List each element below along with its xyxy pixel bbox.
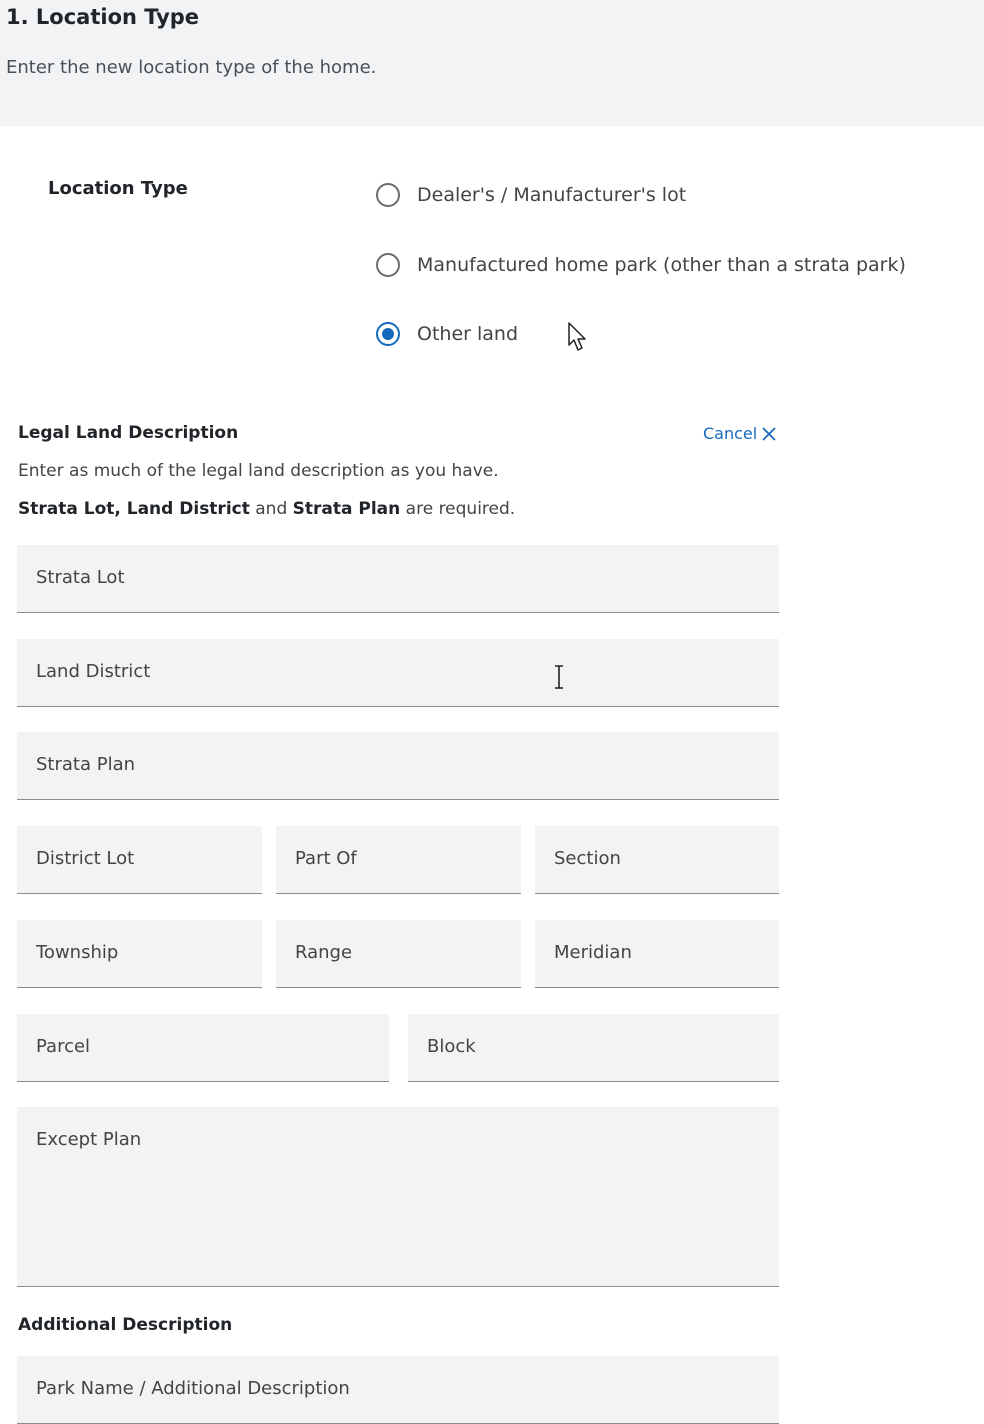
meridian-placeholder: Meridian [554,942,632,963]
cancel-label: Cancel [703,424,758,443]
section-field[interactable]: Section [535,826,779,894]
mouse-pointer-icon [568,322,586,351]
radio-option-dealers-lot[interactable]: Dealer's / Manufacturer's lot [376,183,686,207]
radio-label: Other land [417,323,519,345]
block-placeholder: Block [427,1036,476,1057]
section-title: 1. Location Type [6,5,200,29]
radio-option-other-land[interactable]: Other land [376,322,518,346]
land-district-placeholder: Land District [36,661,151,682]
additional-description-placeholder: Park Name / Additional Description [36,1378,350,1399]
range-field[interactable]: Range [276,920,521,988]
part-of-field[interactable]: Part Of [276,826,521,894]
radio-button-unchecked[interactable] [376,183,400,207]
close-icon [762,427,776,440]
land-district-field[interactable]: Land District [17,639,779,707]
additional-description-title: Additional Description [18,1315,233,1335]
required-fields-note: Strata Lot, Land District and Strata Pla… [18,499,515,519]
part-of-placeholder: Part Of [295,848,357,869]
radio-button-unchecked[interactable] [376,253,400,277]
radio-button-checked[interactable] [376,322,400,346]
except-plan-placeholder: Except Plan [36,1129,142,1150]
radio-label: Manufactured home park (other than a str… [417,254,906,276]
parcel-field[interactable]: Parcel [17,1014,389,1082]
required-fields-bold-1: Strata Lot, Land District [18,499,250,519]
legal-instruction: Enter as much of the legal land descript… [18,461,499,481]
township-field[interactable]: Township [17,920,262,988]
strata-plan-field[interactable]: Strata Plan [17,732,779,800]
required-fields-and: and [249,499,293,519]
strata-plan-placeholder: Strata Plan [36,754,136,775]
required-fields-suffix: are required. [400,499,516,519]
strata-lot-field[interactable]: Strata Lot [17,545,779,613]
location-type-card [6,127,984,354]
meridian-field[interactable]: Meridian [535,920,779,988]
strata-lot-placeholder: Strata Lot [36,567,125,588]
required-fields-bold-2: Strata Plan [292,499,401,519]
block-field[interactable]: Block [408,1014,779,1082]
district-lot-placeholder: District Lot [36,848,135,869]
location-type-label: Location Type [48,178,188,199]
radio-option-home-park[interactable]: Manufactured home park (other than a str… [376,253,906,277]
additional-description-field[interactable]: Park Name / Additional Description [17,1356,779,1424]
parcel-placeholder: Parcel [36,1036,91,1057]
section-subtitle: Enter the new location type of the home. [6,57,377,78]
township-placeholder: Township [36,942,119,963]
text-cursor-icon [555,665,563,689]
legal-land-description-title: Legal Land Description [18,423,239,443]
range-placeholder: Range [295,942,353,963]
cancel-button[interactable]: Cancel [703,424,776,443]
district-lot-field[interactable]: District Lot [17,826,262,894]
except-plan-textarea[interactable]: Except Plan [17,1107,779,1287]
radio-label: Dealer's / Manufacturer's lot [417,184,687,206]
section-placeholder: Section [554,848,621,869]
section-header: 1. Location Type Enter the new location … [0,0,984,126]
